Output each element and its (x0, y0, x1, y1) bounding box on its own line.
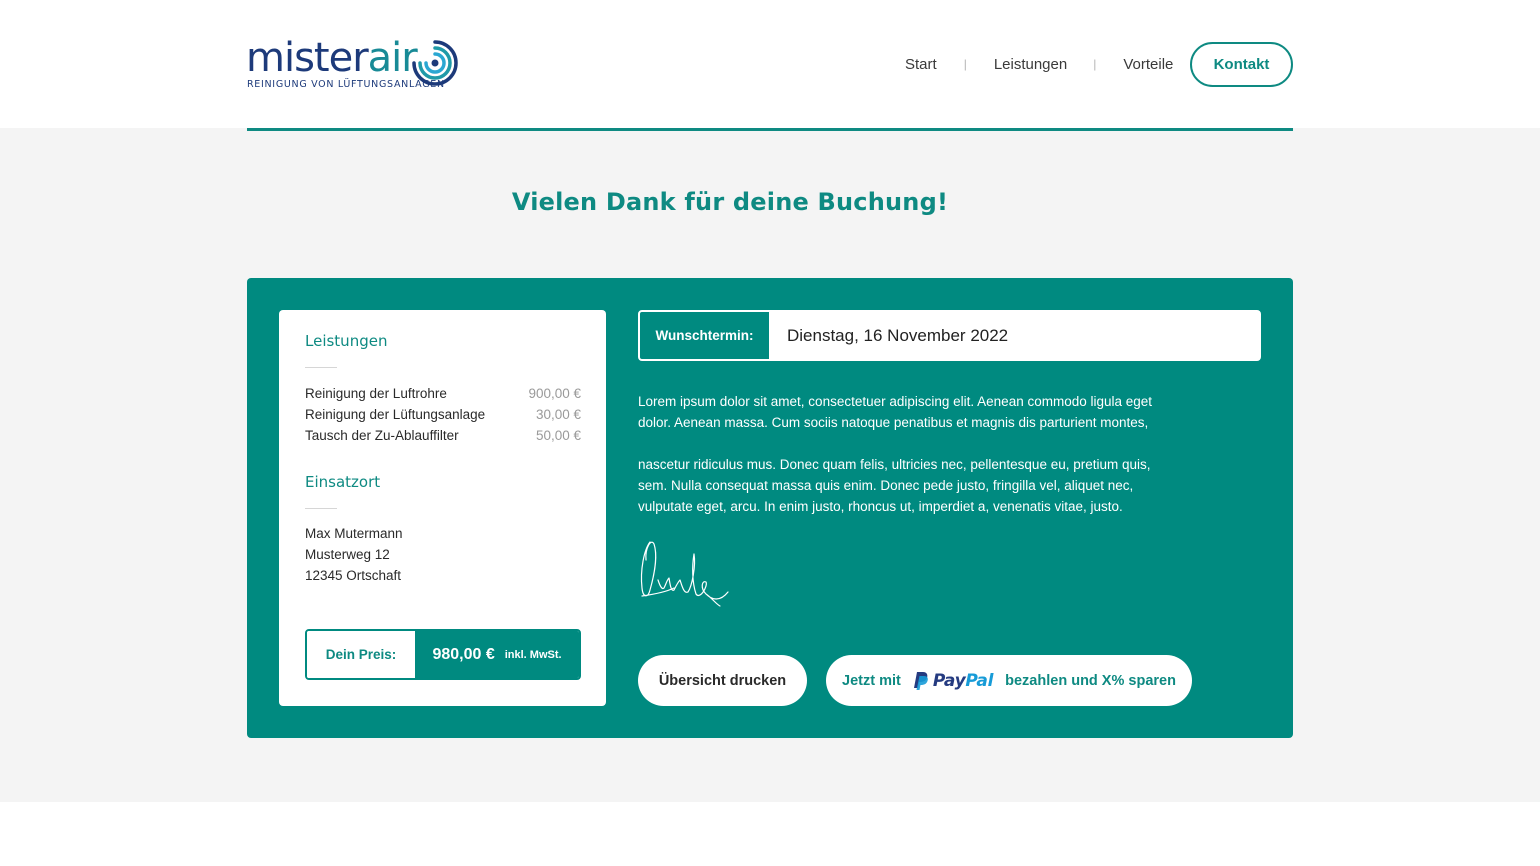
service-price: 30,00 € (535, 407, 581, 422)
service-name: Reinigung der Luftrohre (305, 386, 447, 401)
address-street: Musterweg 12 (305, 547, 390, 562)
list-item: Reinigung der Luftrohre 900,00 € (305, 383, 581, 404)
main-nav: Start | Leistungen | Vorteile (880, 42, 1173, 86)
appointment-bar: Wunschtermin: Dienstag, 16 November 2022 (638, 310, 1261, 361)
nav-item-leistungen[interactable]: Leistungen (994, 56, 1067, 73)
service-price: 50,00 € (535, 428, 581, 443)
divider (305, 508, 337, 509)
nav-separator: | (1093, 57, 1097, 71)
appointment-date: Dienstag, 16 November 2022 (787, 325, 1009, 345)
nav-item-vorteile[interactable]: Vorteile (1123, 56, 1173, 73)
paypal-icon (913, 671, 928, 690)
site-header: misterair REINIGUNG VON LÜFTUNGSANLAGEN … (0, 0, 1540, 128)
service-price: 900,00 € (528, 386, 581, 401)
nav-item-start[interactable]: Start (905, 56, 937, 73)
kontakt-button[interactable]: Kontakt (1190, 42, 1293, 87)
booking-summary-card: Leistungen Reinigung der Luftrohre 900,0… (279, 310, 606, 706)
paypal-logo: PayPal (913, 671, 993, 691)
services-heading: Leistungen (305, 332, 388, 350)
price-label: Dein Preis: (307, 631, 415, 678)
paypal-wordmark: PayPal (932, 670, 994, 691)
paypal-prefix: Jetzt mit (842, 672, 901, 689)
services-list: Reinigung der Luftrohre 900,00 € Reinigu… (305, 383, 581, 446)
price-value: 980,00 € inkl. MwSt. (415, 631, 579, 678)
list-item: Tausch der Zu-Ablauffilter 50,00 € (305, 425, 581, 446)
service-name: Tausch der Zu-Ablauffilter (305, 428, 459, 443)
price-box: Dein Preis: 980,00 € inkl. MwSt. (305, 629, 581, 680)
message-paragraph-1: Lorem ipsum dolor sit amet, consectetuer… (638, 394, 1153, 430)
location-heading: Einsatzort (305, 473, 381, 491)
nav-separator: | (963, 57, 967, 71)
misterair-logo[interactable]: misterair REINIGUNG VON LÜFTUNGSANLAGEN (246, 35, 462, 94)
price-amount: 980,00 € (432, 645, 495, 663)
message-paragraph-2: nascetur ridiculus mus. Donec quam felis… (638, 457, 1151, 514)
address-block: Max Mutermann Musterweg 12 12345 Ortscha… (305, 523, 403, 586)
print-summary-button[interactable]: Übersicht drucken (638, 655, 807, 706)
address-name: Max Mutermann (305, 526, 403, 541)
appointment-label: Wunschtermin: (640, 312, 769, 359)
divider (305, 367, 337, 368)
signature-image (640, 541, 729, 607)
logo-tagline: REINIGUNG VON LÜFTUNGSANLAGEN (247, 79, 445, 90)
paypal-suffix: bezahlen und X% sparen (1005, 672, 1176, 689)
logo-wordmark: misterair (246, 35, 418, 81)
address-city: 12345 Ortschaft (305, 568, 402, 583)
page-title: Vielen Dank für deine Buchung! (511, 188, 949, 216)
paypal-pay-button[interactable]: Jetzt mit PayPal bezahlen und X% sparen (826, 655, 1192, 706)
service-name: Reinigung der Lüftungsanlage (305, 407, 486, 422)
price-tax-note: inkl. MwSt. (504, 648, 562, 661)
header-divider (247, 128, 1293, 131)
list-item: Reinigung der Lüftungsanlage 30,00 € (305, 404, 581, 425)
